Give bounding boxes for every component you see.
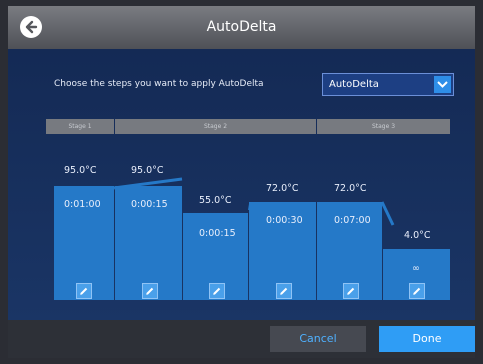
- pencil-icon: [413, 287, 421, 295]
- step-temp-1: 95.0°C: [64, 165, 97, 176]
- done-button[interactable]: Done: [379, 326, 475, 352]
- cancel-button[interactable]: Cancel: [270, 326, 366, 352]
- step-temp-4: 72.0°C: [266, 183, 299, 194]
- step-temp-6: 4.0°C: [404, 230, 431, 241]
- step-temp-2: 95.0°C: [131, 165, 164, 176]
- pencil-icon: [347, 287, 355, 295]
- edit-step-button-4[interactable]: [276, 283, 292, 299]
- pencil-icon: [280, 287, 288, 295]
- step-time-4: 0:00:30: [266, 215, 303, 226]
- step-time-2: 0:00:15: [131, 199, 168, 210]
- footer-bar: Cancel Done: [8, 320, 475, 358]
- step-temp-3: 55.0°C: [199, 195, 232, 206]
- edit-step-button-5[interactable]: [343, 283, 359, 299]
- step-temp-5: 72.0°C: [334, 183, 367, 194]
- step-time-5: 0:07:00: [334, 215, 371, 226]
- page-title: AutoDelta: [206, 19, 277, 35]
- pencil-icon: [80, 287, 88, 295]
- edit-step-button-6[interactable]: [409, 283, 425, 299]
- edit-step-button-1[interactable]: [76, 283, 92, 299]
- screen: AutoDelta Choose the steps you want to a…: [8, 6, 475, 358]
- main-panel: Choose the steps you want to apply AutoD…: [8, 49, 475, 320]
- step-time-6: ∞: [412, 263, 420, 274]
- edit-step-button-2[interactable]: [142, 283, 158, 299]
- edit-step-button-3[interactable]: [209, 283, 225, 299]
- pencil-icon: [146, 287, 154, 295]
- header-bar: AutoDelta: [8, 6, 475, 49]
- device-frame: AutoDelta Choose the steps you want to a…: [0, 0, 483, 364]
- step-time-3: 0:00:15: [199, 228, 236, 239]
- step-time-1: 0:01:00: [64, 199, 101, 210]
- pencil-icon: [213, 287, 221, 295]
